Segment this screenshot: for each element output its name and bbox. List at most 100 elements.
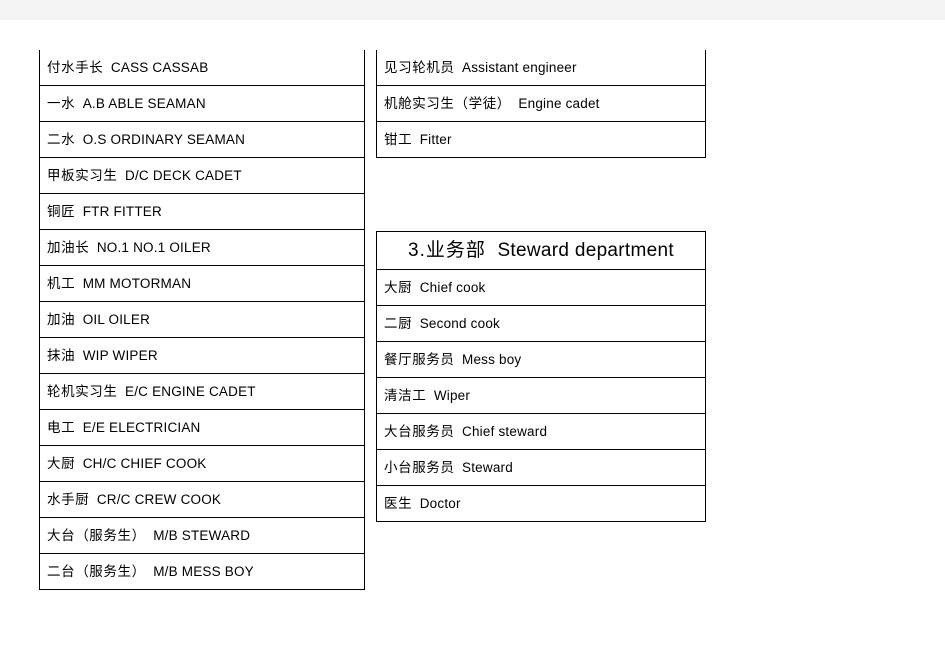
table-row: 见习轮机员 Assistant engineer: [376, 50, 706, 86]
table-title-en: Steward department: [497, 239, 674, 261]
table-cell: 餐厅服务员 Mess boy: [376, 341, 706, 378]
rank-name-cn: 大台（服务生）: [47, 527, 146, 543]
rank-name-en: OIL OILER: [82, 311, 151, 327]
table-row: 二厨 Second cook: [376, 305, 706, 342]
rank-name-en: CASS CASSAB: [110, 59, 209, 75]
table-row: 轮机实习生 E/C ENGINE CADET: [39, 373, 365, 410]
table-deck-engine-ranks-body: 付水手长 CASS CASSAB 一水 A.B ABLE SEAMAN 二水 O.S…: [39, 50, 365, 590]
table-cell: 医生 Doctor: [376, 485, 706, 522]
table-row: 电工 E/E ELECTRICIAN: [39, 409, 365, 446]
table-row: 二台（服务生） M/B MESS BOY: [39, 553, 365, 590]
table-row: 医生 Doctor: [376, 485, 706, 522]
table-cell: 轮机实习生 E/C ENGINE CADET: [39, 373, 365, 410]
table-title-cn: 3.业务部: [408, 239, 486, 261]
table-title-row: 3.业务部 Steward department: [376, 231, 706, 270]
rank-name-en: Fitter: [419, 131, 452, 147]
table-row: 加油长 NO.1 NO.1 OILER: [39, 229, 365, 266]
table-row: 大台服务员 Chief steward: [376, 413, 706, 450]
rank-name-cn: 轮机实习生: [47, 383, 118, 399]
rank-name-en: A.B ABLE SEAMAN: [82, 95, 206, 111]
rank-name-cn: 付水手长: [47, 59, 104, 75]
rank-name-en: E/E ELECTRICIAN: [82, 419, 201, 435]
table-cell: 清洁工 Wiper: [376, 377, 706, 414]
rank-name-en: Second cook: [419, 315, 500, 331]
table-cell: 钳工 Fitter: [376, 121, 706, 158]
table-cell: 电工 E/E ELECTRICIAN: [39, 409, 365, 446]
rank-name-cn: 加油: [47, 311, 76, 327]
rank-name-cn: 机工: [47, 275, 76, 291]
table-steward-department: 3.业务部 Steward department 大厨 Chief cook 二厨 …: [376, 231, 706, 522]
rank-name-en: D/C DECK CADET: [125, 167, 242, 183]
table-row: 清洁工 Wiper: [376, 377, 706, 414]
table-title-cell: 3.业务部 Steward department: [376, 231, 706, 270]
table-cell: 大厨 Chief cook: [376, 269, 706, 306]
table-cell: 加油长 NO.1 NO.1 OILER: [39, 229, 365, 266]
table-cell: 大台（服务生） M/B STEWARD: [39, 517, 365, 554]
table-row: 甲板实习生 D/C DECK CADET: [39, 157, 365, 194]
table-row: 大台（服务生） M/B STEWARD: [39, 517, 365, 554]
table-row: 大厨 Chief cook: [376, 269, 706, 306]
rank-name-en: Engine cadet: [518, 95, 600, 111]
rank-name-en: NO.1 NO.1 OILER: [96, 239, 211, 255]
rank-name-cn: 铜匠: [47, 203, 76, 219]
table-cell: 机工 MM MOTORMAN: [39, 265, 365, 302]
table-cell: 大厨 CH/C CHIEF COOK: [39, 445, 365, 482]
table-cell: 见习轮机员 Assistant engineer: [376, 50, 706, 86]
rank-name-en: MM MOTORMAN: [82, 275, 192, 291]
rank-name-cn: 电工: [47, 419, 76, 435]
table-cell: 铜匠 FTR FITTER: [39, 193, 365, 230]
rank-name-cn: 二台（服务生）: [47, 563, 146, 579]
rank-name-cn: 抹油: [47, 347, 76, 363]
rank-name-cn: 大厨: [47, 455, 76, 471]
table-cell: 甲板实习生 D/C DECK CADET: [39, 157, 365, 194]
table-row: 加油 OIL OILER: [39, 301, 365, 338]
table-engine-continued-body: 见习轮机员 Assistant engineer 机舱实习生（学徒） Engine…: [376, 50, 706, 158]
rank-name-en: E/C ENGINE CADET: [125, 383, 256, 399]
rank-name-cn: 大厨: [384, 279, 413, 295]
table-row: 水手厨 CR/C CREW COOK: [39, 481, 365, 518]
table-cell: 机舱实习生（学徒） Engine cadet: [376, 85, 706, 122]
table-cell: 小台服务员 Steward: [376, 449, 706, 486]
table-cell: 付水手长 CASS CASSAB: [39, 50, 365, 86]
rank-name-en: Steward: [462, 459, 513, 475]
rank-name-en: M/B MESS BOY: [153, 563, 254, 579]
rank-name-en: FTR FITTER: [82, 203, 162, 219]
table-row: 大厨 CH/C CHIEF COOK: [39, 445, 365, 482]
rank-name-en: O.S ORDINARY SEAMAN: [82, 131, 246, 147]
table-cell: 一水 A.B ABLE SEAMAN: [39, 85, 365, 122]
rank-name-en: Chief steward: [462, 423, 548, 439]
rank-name-en: Wiper: [433, 387, 471, 403]
table-row: 小台服务员 Steward: [376, 449, 706, 486]
table-row: 一水 A.B ABLE SEAMAN: [39, 85, 365, 122]
table-cell: 水手厨 CR/C CREW COOK: [39, 481, 365, 518]
table-engine-continued: 见习轮机员 Assistant engineer 机舱实习生（学徒） Engine…: [376, 50, 706, 158]
table-cell: 二台（服务生） M/B MESS BOY: [39, 553, 365, 590]
viewer-top-band: [0, 0, 945, 20]
rank-name-en: Mess boy: [462, 351, 522, 367]
rank-name-cn: 二水: [47, 131, 76, 147]
rank-name-cn: 大台服务员: [384, 423, 455, 439]
table-cell: 二水 O.S ORDINARY SEAMAN: [39, 121, 365, 158]
table-row: 付水手长 CASS CASSAB: [39, 50, 365, 86]
table-cell: 抹油 WIP WIPER: [39, 337, 365, 374]
table-row: 餐厅服务员 Mess boy: [376, 341, 706, 378]
table-row: 机工 MM MOTORMAN: [39, 265, 365, 302]
table-deck-engine-ranks: 付水手长 CASS CASSAB 一水 A.B ABLE SEAMAN 二水 O.S…: [39, 50, 365, 590]
rank-name-cn: 小台服务员: [384, 459, 455, 475]
table-row: 钳工 Fitter: [376, 121, 706, 158]
table-row: 机舱实习生（学徒） Engine cadet: [376, 85, 706, 122]
rank-name-cn: 一水: [47, 95, 76, 111]
rank-name-cn: 清洁工: [384, 387, 427, 403]
rank-name-cn: 加油长: [47, 239, 90, 255]
table-row: 铜匠 FTR FITTER: [39, 193, 365, 230]
rank-name-cn: 水手厨: [47, 491, 90, 507]
rank-name-cn: 餐厅服务员: [384, 351, 455, 367]
rank-name-en: WIP WIPER: [82, 347, 158, 363]
rank-name-en: Doctor: [419, 495, 461, 511]
rank-name-en: CR/C CREW COOK: [96, 491, 222, 507]
rank-name-cn: 见习轮机员: [384, 59, 455, 75]
rank-name-en: Chief cook: [419, 279, 486, 295]
table-cell: 二厨 Second cook: [376, 305, 706, 342]
rank-name-en: CH/C CHIEF COOK: [82, 455, 207, 471]
rank-name-cn: 二厨: [384, 315, 413, 331]
